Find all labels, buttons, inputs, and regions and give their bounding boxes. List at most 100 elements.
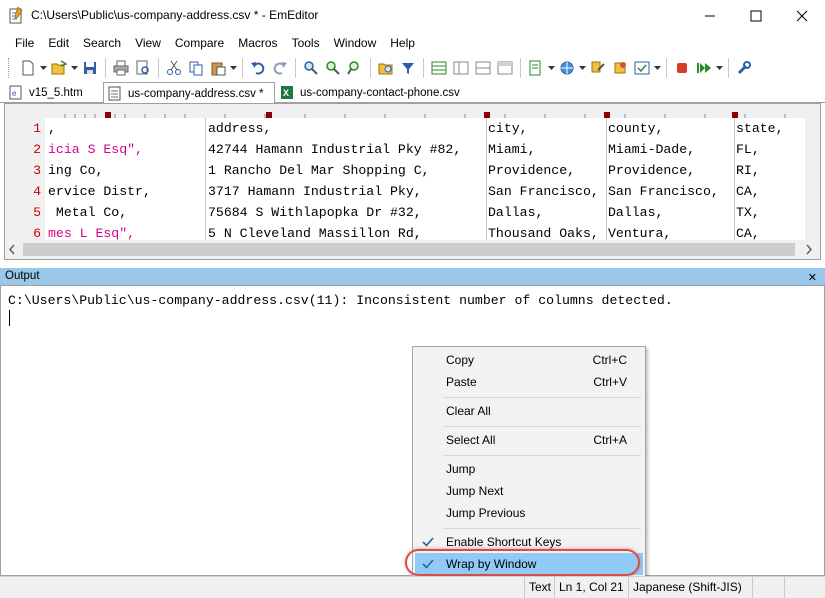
paste-dropdown[interactable] xyxy=(229,57,238,79)
csv-cell[interactable]: Ventura, xyxy=(608,226,671,241)
csv-cell[interactable]: RI, xyxy=(736,163,760,178)
properties-dropdown[interactable] xyxy=(653,57,662,79)
run-macro-button[interactable] xyxy=(693,57,715,79)
macro-dropdown[interactable] xyxy=(715,57,724,79)
new-file-dropdown[interactable] xyxy=(39,57,48,79)
text-caret xyxy=(9,310,10,326)
new-file-button[interactable] xyxy=(17,57,39,79)
toolbar-separator xyxy=(423,58,424,78)
csv-cell[interactable]: FL, xyxy=(736,142,760,157)
menu-view[interactable]: View xyxy=(128,33,168,54)
menu-item-clear-all[interactable]: Clear All xyxy=(415,400,643,422)
paste-button[interactable] xyxy=(207,57,229,79)
tsv-mode-button[interactable] xyxy=(450,57,472,79)
menu-item-jump-next[interactable]: Jump Next xyxy=(415,480,643,502)
find-button[interactable] xyxy=(300,57,322,79)
find-next-button[interactable] xyxy=(322,57,344,79)
encoding-dropdown[interactable] xyxy=(578,57,587,79)
customize-button[interactable] xyxy=(587,57,609,79)
open-file-button[interactable] xyxy=(48,57,70,79)
encoding-button[interactable] xyxy=(556,57,578,79)
copy-button[interactable] xyxy=(185,57,207,79)
csv-cell[interactable]: CA, xyxy=(736,226,760,241)
csv-cell[interactable]: 5 N Cleveland Massillon Rd, xyxy=(208,226,422,241)
csv-cell[interactable]: Dallas, xyxy=(488,205,543,220)
menu-edit[interactable]: Edit xyxy=(41,33,76,54)
menu-item-copy[interactable]: Copy Ctrl+C xyxy=(415,349,643,371)
close-button[interactable] xyxy=(779,0,825,31)
csv-cell[interactable]: 42744 Hamann Industrial Pky #82, xyxy=(208,142,461,157)
vertical-scrollbar[interactable] xyxy=(805,118,820,240)
emeditor-app-icon[interactable] xyxy=(9,7,23,24)
menu-item-select-all[interactable]: Select All Ctrl+A xyxy=(415,429,643,451)
configuration-dropdown[interactable] xyxy=(547,57,556,79)
csv-cell[interactable]: 75684 S Withlapopka Dr #32, xyxy=(208,205,422,220)
tab-v15-5-htm[interactable]: e v15_5.htm xyxy=(5,82,101,103)
menu-item-jump-previous[interactable]: Jump Previous xyxy=(415,502,643,524)
menu-compare[interactable]: Compare xyxy=(168,33,231,54)
csv-cell[interactable]: ervice Distr, xyxy=(48,184,151,199)
redo-button[interactable] xyxy=(269,57,291,79)
filter-button[interactable] xyxy=(397,57,419,79)
csv-cell[interactable]: Thousand Oaks, xyxy=(488,226,599,241)
csv-mode-button[interactable] xyxy=(428,57,450,79)
find-previous-button[interactable] xyxy=(344,57,366,79)
csv-cell[interactable]: , xyxy=(48,121,56,136)
csv-cell[interactable]: San Francisco, xyxy=(608,184,719,199)
find-in-files-button[interactable] xyxy=(375,57,397,79)
print-button[interactable] xyxy=(110,57,132,79)
save-button[interactable] xyxy=(79,57,101,79)
csv-cell[interactable]: address, xyxy=(208,121,271,136)
csv-cell[interactable]: 3717 Hamann Industrial Pky, xyxy=(208,184,422,199)
csv-cell[interactable]: Miami, xyxy=(488,142,535,157)
status-mode[interactable]: Text xyxy=(524,577,554,598)
toolbar-separator xyxy=(520,58,521,78)
tab-us-company-contact-phone[interactable]: X us-company-contact-phone.csv xyxy=(276,82,470,103)
csv-cell[interactable]: state, xyxy=(736,121,783,136)
csv-cell[interactable]: county, xyxy=(608,121,663,136)
csv-cell[interactable]: mes L Esq", xyxy=(48,226,135,241)
menu-search[interactable]: Search xyxy=(76,33,128,54)
column-view-button[interactable] xyxy=(472,57,494,79)
header-toggle-button[interactable] xyxy=(494,57,516,79)
open-file-dropdown[interactable] xyxy=(70,57,79,79)
status-encoding[interactable]: Japanese (Shift-JIS) xyxy=(628,577,750,598)
csv-cell[interactable]: ing Co, xyxy=(48,163,103,178)
undo-button[interactable] xyxy=(247,57,269,79)
tools-button[interactable] xyxy=(733,57,755,79)
csv-cell[interactable]: icia S Esq", xyxy=(48,142,143,157)
output-message: C:\Users\Public\us-company-address.csv(1… xyxy=(8,293,673,308)
menu-item-paste[interactable]: Paste Ctrl+V xyxy=(415,371,643,393)
status-position[interactable]: Ln 1, Col 21 xyxy=(554,577,626,598)
menu-item-jump[interactable]: Jump xyxy=(415,458,643,480)
cut-button[interactable] xyxy=(163,57,185,79)
plugins-button[interactable] xyxy=(609,57,631,79)
status-segment[interactable] xyxy=(784,577,822,598)
csv-cell[interactable]: CA, xyxy=(736,184,760,199)
status-segment[interactable] xyxy=(752,577,782,598)
csv-cell[interactable]: 1 Rancho Del Mar Shopping C, xyxy=(208,163,430,178)
editor-pane[interactable]: 1 2 3 4 5 6 , address, city, county, sta… xyxy=(4,103,821,260)
properties-button[interactable] xyxy=(631,57,653,79)
stop-macro-button[interactable] xyxy=(671,57,693,79)
tab-us-company-address[interactable]: us-company-address.csv * xyxy=(103,82,275,104)
menu-tools[interactable]: Tools xyxy=(285,33,327,54)
csv-cell[interactable]: Metal Co, xyxy=(48,205,127,220)
csv-cell[interactable]: TX, xyxy=(736,205,760,220)
toolbar-grip[interactable] xyxy=(8,58,11,78)
csv-cell[interactable]: San Francisco, xyxy=(488,184,599,199)
csv-cell[interactable]: Dallas, xyxy=(608,205,663,220)
menu-file[interactable]: File xyxy=(8,33,41,54)
menu-window[interactable]: Window xyxy=(327,33,384,54)
csv-cell[interactable]: Providence, xyxy=(608,163,695,178)
csv-cell[interactable]: Providence, xyxy=(488,163,575,178)
menu-help[interactable]: Help xyxy=(383,33,422,54)
csv-cell[interactable]: Miami-Dade, xyxy=(608,142,695,157)
menu-macros[interactable]: Macros xyxy=(231,33,284,54)
print-preview-button[interactable] xyxy=(132,57,154,79)
configuration-button[interactable] xyxy=(525,57,547,79)
horizontal-scrollbar[interactable] xyxy=(5,240,820,259)
maximize-button[interactable] xyxy=(733,0,779,31)
csv-cell[interactable]: city, xyxy=(488,121,528,136)
minimize-button[interactable] xyxy=(687,0,733,31)
